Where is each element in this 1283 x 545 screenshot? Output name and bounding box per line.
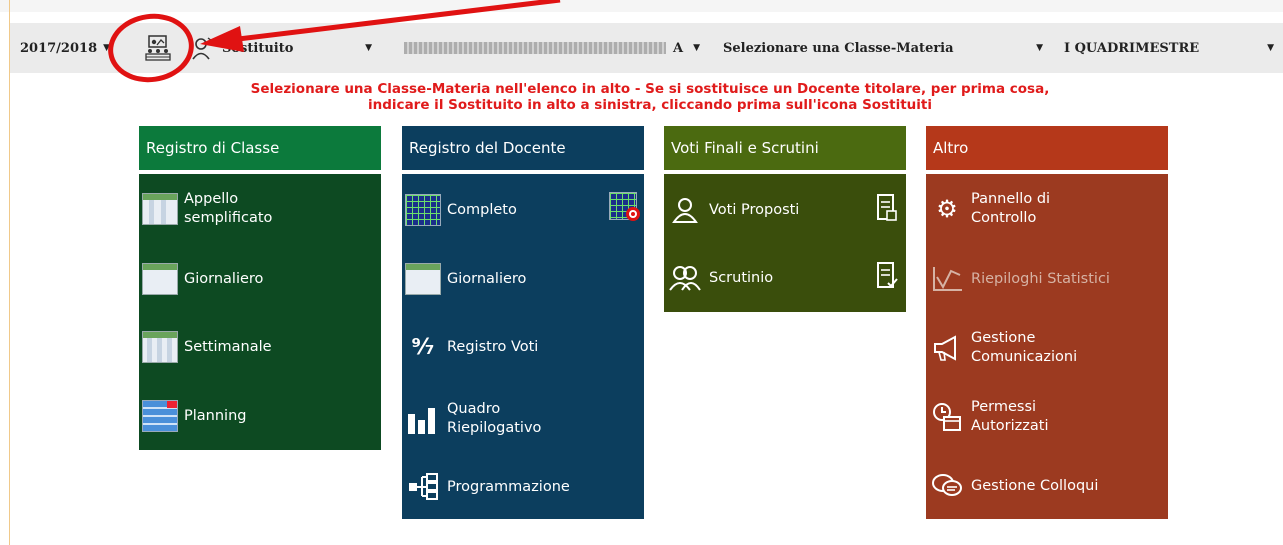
menu-label: Settimanale: [184, 338, 272, 355]
teacher-select[interactable]: A ▼: [404, 23, 700, 73]
gears-icon: ⚙: [936, 194, 958, 223]
menu-label: Voti Proposti: [709, 201, 800, 218]
stats-icon: [929, 263, 965, 295]
full-register-target-button[interactable]: [605, 190, 647, 222]
menu-label: Giornaliero: [184, 270, 264, 287]
planning-tree-icon: [405, 471, 441, 503]
megaphone-icon: [929, 332, 965, 364]
menu-label: Registro Voti: [447, 338, 539, 355]
menu-giornaliero-classe[interactable]: Giornaliero: [142, 263, 263, 295]
panel-voti-finali: Voti Proposti Scrutinio: [664, 174, 906, 312]
grades-icon: ⁹⁄₇: [411, 334, 435, 360]
notice-line-2: indicare il Sostituito in alto a sinistr…: [368, 97, 932, 113]
clock-calendar-icon: [929, 401, 965, 433]
menu-label: Planning: [184, 407, 247, 424]
menu-label: Riepiloghi Statistici: [971, 270, 1110, 287]
document-check-icon: [869, 260, 905, 292]
substitute-select[interactable]: Sostituito ▼: [222, 23, 372, 73]
target-register-icon: [605, 190, 641, 222]
panel-title: Voti Finali e Scrutini: [671, 139, 819, 157]
redacted-teacher-name: [404, 42, 666, 54]
menu-giornaliero-docente[interactable]: Giornaliero: [405, 263, 526, 295]
teacher-value: A: [672, 40, 684, 56]
roll-call-icon: [142, 193, 178, 225]
daily-sheet-icon: [142, 263, 178, 295]
year-value: 2017/2018: [20, 40, 98, 56]
panel-altro: ⚙ Pannello di Controllo Riepiloghi Stati…: [926, 174, 1168, 519]
menu-permessi-autorizzati[interactable]: Permessi Autorizzati: [929, 398, 1091, 436]
users-icon: [667, 262, 703, 294]
full-register-icon: [405, 194, 441, 226]
document-edit-icon: [869, 192, 905, 224]
panel-title: Registro del Docente: [409, 139, 566, 157]
menu-label: Appello semplificato: [184, 191, 273, 226]
toolbar: 2017/2018 ▼ Sostituito ▼ A ▼ Selezionare…: [10, 23, 1283, 73]
panel-altro-header: Altro: [926, 126, 1168, 170]
daily-sheet-icon: [405, 263, 441, 295]
chevron-down-icon: ▼: [365, 43, 372, 53]
menu-settimanale[interactable]: Settimanale: [142, 331, 272, 363]
menu-label: Programmazione: [447, 478, 570, 495]
substitute-value: Sostituito: [222, 40, 294, 56]
panel-registro-docente: Completo Giornaliero ⁹⁄₇ Registro Voti Q…: [402, 174, 644, 519]
weekly-sheet-icon: [142, 331, 178, 363]
menu-label: Pannello di Controllo: [971, 191, 1051, 226]
menu-completo[interactable]: Completo: [405, 194, 517, 226]
menu-voti-proposti[interactable]: Voti Proposti: [667, 194, 799, 226]
summary-bars-icon: [405, 403, 441, 435]
top-strip: [0, 0, 1283, 12]
chat-icon: [929, 470, 965, 502]
chevron-down-icon: ▼: [1036, 43, 1043, 53]
menu-quadro-riepilogativo[interactable]: Quadro Riepilogativo: [405, 400, 567, 438]
menu-riepiloghi-statistici[interactable]: Riepiloghi Statistici: [929, 263, 1110, 295]
panel-voti-finali-header: Voti Finali e Scrutini: [664, 126, 906, 170]
panel-title: Altro: [933, 139, 969, 157]
period-select[interactable]: I QUADRIMESTRE ▼: [1064, 23, 1274, 73]
user-icon: [667, 194, 703, 226]
menu-gestione-comunicazioni[interactable]: Gestione Comunicazioni: [929, 329, 1101, 367]
menu-label: Completo: [447, 201, 517, 218]
left-border: [9, 0, 10, 545]
voti-proposti-doc-button[interactable]: [869, 192, 911, 224]
menu-planning[interactable]: Planning: [142, 400, 246, 432]
chevron-down-icon: ▼: [1267, 43, 1274, 53]
planning-icon: [142, 400, 178, 432]
menu-pannello-controllo[interactable]: ⚙ Pannello di Controllo: [929, 190, 1091, 228]
scrutinio-doc-button[interactable]: [869, 260, 911, 292]
menu-label: Gestione Colloqui: [971, 477, 1099, 494]
menu-scrutinio[interactable]: Scrutinio: [667, 262, 773, 294]
year-select[interactable]: 2017/2018 ▼: [20, 23, 110, 73]
panel-registro-classe: Appello semplificato Giornaliero Settima…: [139, 174, 381, 450]
menu-programmazione[interactable]: Programmazione: [405, 471, 570, 503]
period-value: I QUADRIMESTRE: [1064, 40, 1200, 56]
notice-line-1: Selezionare una Classe-Materia nell'elen…: [250, 81, 1050, 97]
menu-registro-voti[interactable]: ⁹⁄₇ Registro Voti: [405, 331, 539, 363]
class-subject-value: Selezionare una Classe-Materia: [723, 40, 954, 56]
instruction-notice: Selezionare una Classe-Materia nell'elen…: [180, 81, 1120, 113]
class-subject-select[interactable]: Selezionare una Classe-Materia ▼: [723, 23, 1043, 73]
menu-gestione-colloqui[interactable]: Gestione Colloqui: [929, 470, 1098, 502]
menu-label: Giornaliero: [447, 270, 527, 287]
menu-label: Quadro Riepilogativo: [447, 401, 542, 436]
menu-label: Scrutinio: [709, 269, 774, 286]
annotation-circle: [103, 8, 199, 88]
menu-label: Permessi Autorizzati: [971, 399, 1049, 434]
menu-label: Gestione Comunicazioni: [971, 330, 1078, 365]
panel-registro-docente-header: Registro del Docente: [402, 126, 644, 170]
panel-title: Registro di Classe: [146, 139, 280, 157]
chevron-down-icon: ▼: [693, 43, 700, 53]
menu-appello-semplificato[interactable]: Appello semplificato: [142, 190, 304, 228]
panel-registro-classe-header: Registro di Classe: [139, 126, 381, 170]
